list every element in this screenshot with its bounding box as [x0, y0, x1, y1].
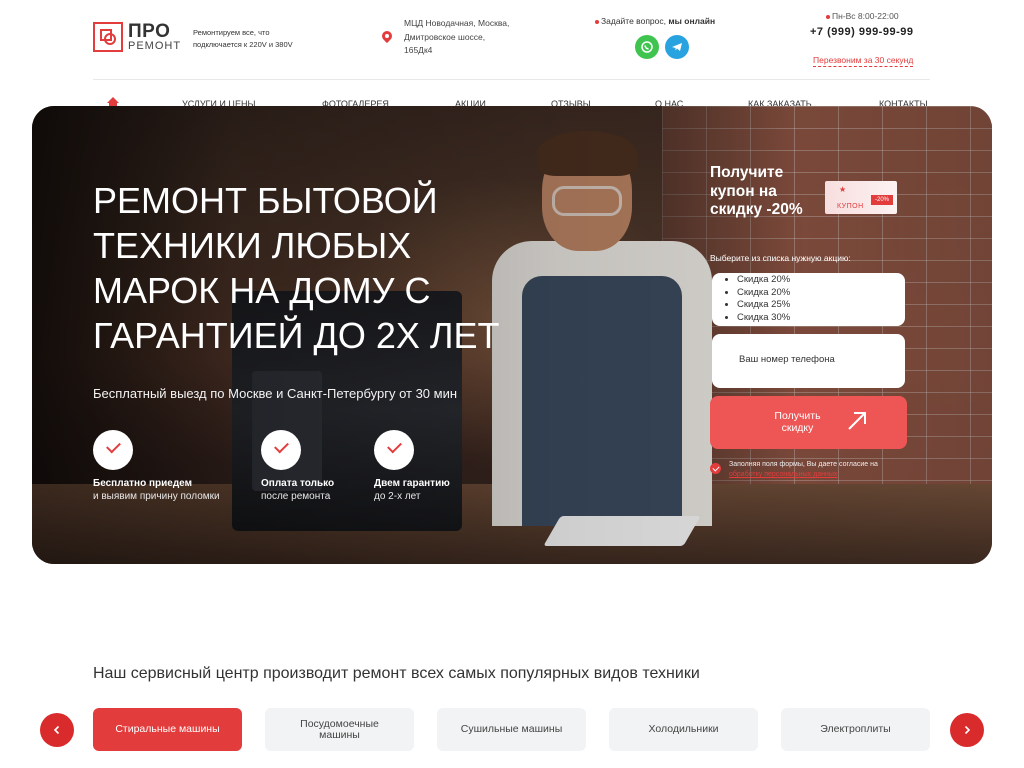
- chevron-right-icon: [964, 725, 971, 735]
- logo[interactable]: ПРО РЕМОНТ: [93, 22, 181, 52]
- tab-dryers[interactable]: Сушильные машины: [437, 708, 586, 751]
- logo-icon: [93, 22, 123, 52]
- hero-banner: Ремонт бытовой техники любых марок на до…: [32, 106, 992, 564]
- get-discount-button[interactable]: Получить скидку: [710, 396, 907, 449]
- whatsapp-icon[interactable]: [635, 35, 659, 59]
- hero-subtitle: Бесплатный выезд по Москве и Санкт-Петер…: [93, 386, 458, 401]
- form-title: Получите купон на скидку -20%: [710, 164, 803, 218]
- promo-select-label: Выберите из списка нужную акцию:: [710, 253, 851, 263]
- consent-text: Заполняя поля формы, Вы даете согласие н…: [729, 461, 878, 468]
- address-text: МЦД Новодачная, Москва, Дмитровское шосс…: [404, 18, 510, 55]
- hero-title: Ремонт бытовой техники любых марок на до…: [93, 180, 500, 356]
- promo-option[interactable]: Скидка 25%: [737, 299, 905, 312]
- carousel-prev-button[interactable]: [40, 713, 74, 747]
- site-header: ПРО РЕМОНТ Ремонтируем все, что подключа…: [93, 0, 930, 80]
- check-icon: [261, 430, 301, 470]
- service-tabs: Стиральные машины Посудомоечные машины С…: [93, 708, 931, 752]
- logo-text-bottom: РЕМОНТ: [128, 40, 182, 52]
- chevron-left-icon: [53, 725, 60, 735]
- phone-link[interactable]: +7 (999) 999-99-99: [810, 26, 930, 39]
- phone-placeholder: Ваш номер телефона: [739, 354, 835, 365]
- feature-free-visit: Бесплатно приедем и выявим причину полом…: [93, 430, 220, 502]
- logo-text-top: ПРО: [128, 21, 171, 42]
- ask-online: мы онлайн: [668, 16, 716, 26]
- tab-washing-machines[interactable]: Стиральные машины: [93, 708, 242, 751]
- tab-electric-stoves[interactable]: Электроплиты: [781, 708, 930, 751]
- hero-features: Бесплатно приедем и выявим причину полом…: [93, 430, 513, 510]
- clock-dot-icon: [826, 14, 830, 19]
- working-hours: Пн-Вс 8:00-22:00: [826, 11, 899, 21]
- map-pin-icon: [382, 31, 392, 45]
- phone-input[interactable]: Ваш номер телефона: [712, 334, 905, 388]
- address-block: МЦД Новодачная, Москва, Дмитровское шосс…: [382, 17, 514, 58]
- hours-text: Пн-Вс 8:00-22:00: [832, 11, 899, 21]
- promo-option[interactable]: Скидка 20%: [737, 287, 905, 300]
- discount-form: Получите купон на скидку -20% ★ КУПОН -2…: [710, 164, 910, 494]
- coupon-image: ★ КУПОН -20%: [825, 181, 897, 214]
- tagline: Ремонтируем все, что подключается к 220V…: [193, 28, 293, 49]
- privacy-policy-link[interactable]: обработку персональных данных: [729, 471, 837, 478]
- services-title: Наш сервисный центр производит ремонт вс…: [93, 665, 700, 682]
- telegram-icon[interactable]: [665, 35, 689, 59]
- get-discount-label: Получить скидку: [774, 410, 821, 434]
- feature-warranty: Двем гарантию до 2-х лет: [374, 430, 450, 502]
- tab-refrigerators[interactable]: Холодильники: [609, 708, 758, 751]
- messengers: [635, 35, 689, 59]
- callback-link[interactable]: Перезвоним за 30 секунд: [813, 55, 914, 67]
- page: ПРО РЕМОНТ Ремонтируем все, что подключа…: [0, 0, 1024, 768]
- arrow-up-right-icon: [848, 412, 866, 430]
- carousel-next-button[interactable]: [950, 713, 984, 747]
- check-icon: [93, 430, 133, 470]
- consent-check-icon[interactable]: [710, 463, 721, 474]
- check-icon: [374, 430, 414, 470]
- star-icon: ★: [839, 185, 847, 194]
- tab-dishwashers[interactable]: Посудомоечные машины: [265, 708, 414, 751]
- feature-pay-after: Оплата только после ремонта: [261, 430, 334, 502]
- promo-option[interactable]: Скидка 30%: [737, 312, 905, 325]
- online-dot-icon: [595, 19, 599, 24]
- ask-prefix: Задайте вопрос,: [601, 16, 666, 26]
- promo-select[interactable]: Скидка 20% Скидка 20% Скидка 25% Скидка …: [712, 273, 905, 326]
- promo-option[interactable]: Скидка 20%: [737, 274, 905, 287]
- ask-question: Задайте вопрос, мы онлайн: [595, 16, 715, 26]
